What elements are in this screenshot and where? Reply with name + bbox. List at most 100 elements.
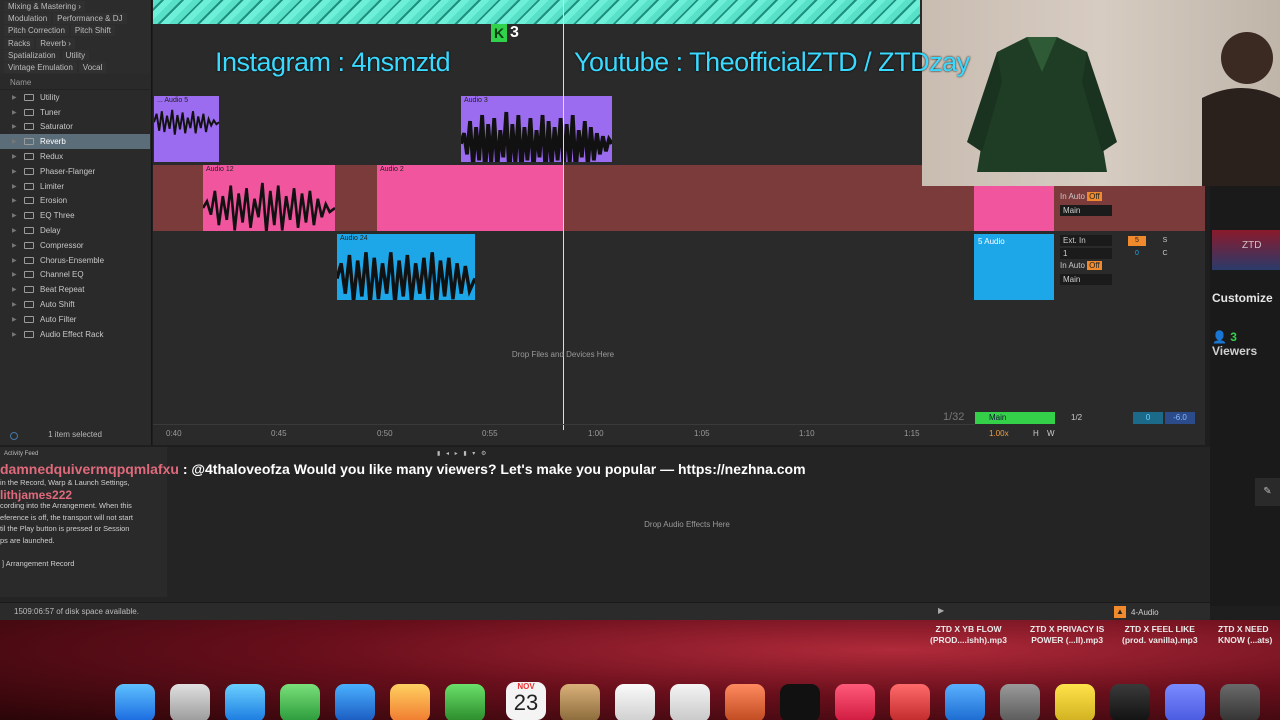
monitor-off[interactable]: Off <box>1087 192 1102 201</box>
mail-icon[interactable] <box>335 684 375 720</box>
volume-field[interactable]: 0 <box>1128 249 1146 259</box>
desktop-file[interactable]: ZTD X YB FLOW (PROD....ishh).mp3 <box>930 624 1007 646</box>
browser-item[interactable]: ▶ Auto Filter <box>0 312 150 327</box>
music-app-icon[interactable] <box>725 684 765 720</box>
expand-icon[interactable]: ▶ <box>12 286 18 293</box>
browser-item[interactable]: ▶ Audio Effect Rack <box>0 327 150 342</box>
main-track-label[interactable]: Main <box>975 412 1055 424</box>
output-select[interactable]: Main <box>1060 274 1112 285</box>
desktop-file[interactable]: ZTD X FEEL LIKE (prod. vanilla).mp3 <box>1122 624 1198 646</box>
tag[interactable]: Mixing & Mastering › <box>4 0 85 12</box>
monitor-off[interactable]: Off <box>1087 261 1102 270</box>
browser-item[interactable]: ▶ Erosion <box>0 194 150 209</box>
expand-icon[interactable]: ▶ <box>12 168 18 175</box>
browser-item[interactable]: ▶ Phaser-Flanger <box>0 164 150 179</box>
expand-icon[interactable]: ▶ <box>12 109 18 116</box>
tempo-factor[interactable]: 1.00x <box>989 429 1009 438</box>
selected-track[interactable]: ▲ 4-Audio <box>1114 606 1159 618</box>
browser-column-header[interactable]: Name <box>0 76 150 90</box>
track-name[interactable]: 5 Audio <box>978 237 1005 246</box>
safari-icon[interactable] <box>225 684 265 720</box>
expand-icon[interactable]: ▶ <box>12 153 18 160</box>
browser-item[interactable]: ▶ Redux <box>0 149 150 164</box>
track-color[interactable] <box>974 186 1054 231</box>
track-header-4[interactable]: In Auto Off Main <box>974 186 1202 231</box>
browser-item[interactable]: ▶ Utility <box>0 90 150 105</box>
playhead[interactable] <box>563 0 564 430</box>
tag[interactable]: Performance & DJ <box>53 12 127 24</box>
monitor-in[interactable]: In <box>1060 192 1067 201</box>
desktop-file[interactable]: ZTD X NEED KNOW (...ats) <box>1218 624 1272 646</box>
expand-icon[interactable]: ▶ <box>12 257 18 264</box>
browser-item[interactable]: ▶ Delay <box>0 223 150 238</box>
expand-icon[interactable]: ▶ <box>12 227 18 234</box>
w-button[interactable]: W <box>1047 429 1055 438</box>
main-division[interactable]: 1/2 <box>1071 413 1082 422</box>
reminders-icon[interactable] <box>615 684 655 720</box>
monitor-switch[interactable]: In Auto Off <box>1060 192 1102 201</box>
expand-icon[interactable]: ▶ <box>12 212 18 219</box>
monitor-switch[interactable]: In Auto Off <box>1060 261 1102 270</box>
time-ruler[interactable]: 0:40 0:45 0:50 0:55 1:00 1:05 1:10 1:15 <box>153 424 975 444</box>
tag[interactable]: Modulation <box>4 12 52 24</box>
app-store-icon[interactable] <box>945 684 985 720</box>
ableton-icon[interactable] <box>1055 684 1095 720</box>
desktop-file[interactable]: ZTD X PRIVACY IS POWER (...ll).mp3 <box>1030 624 1104 646</box>
expand-icon[interactable]: ▶ <box>12 331 18 338</box>
tag[interactable]: Vintage Emulation <box>4 62 77 74</box>
expand-icon[interactable]: ▶ <box>12 197 18 204</box>
photos-icon[interactable] <box>390 684 430 720</box>
tag[interactable]: Pitch Correction <box>4 25 69 37</box>
customize-button[interactable]: Customize <box>1212 291 1273 305</box>
trash-icon[interactable] <box>1220 684 1260 720</box>
tag[interactable]: Reverb › <box>36 37 75 49</box>
discord-icon[interactable] <box>1165 684 1205 720</box>
monitor-in[interactable]: In <box>1060 261 1067 270</box>
track-number-button[interactable]: 5 <box>1128 236 1146 246</box>
expand-icon[interactable]: ▶ <box>12 94 18 101</box>
notes-icon[interactable] <box>670 684 710 720</box>
stream-thumbnail[interactable]: ZTD <box>1212 230 1280 270</box>
tag[interactable]: Utility <box>61 49 90 61</box>
browser-item[interactable]: ▶ Chorus-Ensemble <box>0 253 150 268</box>
mini-transport[interactable]: ▮ ◂ ▸ ▮ ▾ ⚙ <box>437 450 488 457</box>
browser-item[interactable]: ▶ Reverb <box>0 134 150 150</box>
expand-icon[interactable]: ▶ <box>12 316 18 323</box>
tv-icon[interactable] <box>780 684 820 720</box>
pan-field[interactable]: C <box>1156 249 1174 259</box>
obs-icon[interactable] <box>1110 684 1150 720</box>
launchpad-icon[interactable] <box>170 684 210 720</box>
channel-select[interactable]: 1 <box>1060 248 1112 259</box>
contacts-icon[interactable] <box>560 684 600 720</box>
audio-clip[interactable]: Audio 12 <box>203 165 335 231</box>
tag[interactable]: Pitch Shift <box>70 25 115 37</box>
browser-item[interactable]: ▶ Beat Repeat <box>0 282 150 297</box>
browser-item[interactable]: ▶ Tuner <box>0 105 150 120</box>
audio-clip[interactable]: Audio 3 <box>461 96 612 162</box>
browser-item[interactable]: ▶ Channel EQ <box>0 268 150 283</box>
finder-icon[interactable] <box>115 684 155 720</box>
expand-icon[interactable]: ▶ <box>12 123 18 130</box>
expand-icon[interactable]: ▶ <box>12 138 18 145</box>
quantize-display[interactable]: 1/32 <box>943 411 964 423</box>
expand-icon[interactable]: ▶ <box>12 301 18 308</box>
h-button[interactable]: H <box>1033 429 1039 438</box>
tag[interactable]: Racks <box>4 37 35 49</box>
tag[interactable]: Vocal <box>78 62 107 74</box>
tag[interactable]: Spatialization <box>4 49 60 61</box>
music-icon[interactable] <box>835 684 875 720</box>
edit-pencil-icon[interactable]: ✎ <box>1255 478 1280 506</box>
track-header-5[interactable]: 5 Audio Ext. In 1 In Auto Off Main 5 S 0… <box>974 234 1202 300</box>
expand-icon[interactable]: ▶ <box>12 183 18 190</box>
output-select[interactable]: Main <box>1060 205 1112 216</box>
calendar-icon[interactable]: NOV 23 <box>506 682 546 720</box>
browser-item[interactable]: ▶ Saturator <box>0 120 150 135</box>
facetime-icon[interactable] <box>445 684 485 720</box>
settings-icon[interactable] <box>1000 684 1040 720</box>
browser-item[interactable]: ▶ Compressor <box>0 238 150 253</box>
messages-icon[interactable] <box>280 684 320 720</box>
audio-clip[interactable]: Audio 2 <box>377 165 564 231</box>
browser-item[interactable]: ▶ Limiter <box>0 179 150 194</box>
browser-item[interactable]: ▶ EQ Three <box>0 208 150 223</box>
expand-icon[interactable]: ▶ <box>12 271 18 278</box>
